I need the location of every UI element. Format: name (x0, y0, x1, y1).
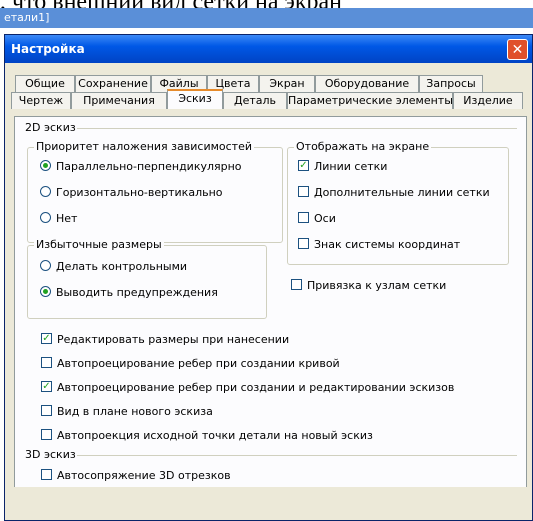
checkbox-checked-icon[interactable]: ✓ (41, 333, 52, 344)
checkbox-checked-icon[interactable]: ✓ (41, 381, 52, 392)
radio-icon[interactable] (40, 260, 51, 271)
tab-part[interactable]: Деталь (223, 92, 287, 109)
checkbox-icon[interactable] (41, 405, 52, 416)
parent-window-titlebar: етали1] (0, 8, 533, 28)
close-icon[interactable]: ✕ (507, 39, 528, 60)
section-divider (77, 128, 517, 129)
tab-queries[interactable]: Запросы (419, 75, 483, 92)
radio-selected-icon[interactable] (40, 160, 51, 171)
sketch-tab-panel: 2D эскиз Приоритет наложения зависимосте… (14, 116, 527, 487)
priority-group-title: Приоритет наложения зависимостей (34, 140, 254, 153)
tab-general[interactable]: Общие (15, 75, 75, 92)
tab-save[interactable]: Сохранение (75, 75, 151, 92)
tab-product[interactable]: Изделие (453, 92, 523, 109)
checkbox-icon[interactable] (41, 357, 52, 368)
tab-notes[interactable]: Примечания (71, 92, 167, 109)
checkbox-icon[interactable] (41, 429, 52, 440)
dialog-title: Настройка (11, 42, 85, 56)
section-divider (77, 455, 517, 456)
radio-icon[interactable] (40, 212, 51, 223)
tab-sketch[interactable]: Эскиз (167, 89, 223, 109)
checkbox-icon[interactable] (298, 186, 309, 197)
checkbox-icon[interactable] (41, 469, 52, 480)
redundant-dimensions-group: Избыточные размеры Делать контрольными В… (27, 238, 267, 319)
radio-selected-icon[interactable] (40, 286, 51, 297)
section-2d-sketch: 2D эскиз (25, 121, 76, 134)
display-group-title: Отображать на экране (294, 140, 432, 153)
display-group: Отображать на экране ✓ Линии сетки Допол… (287, 140, 509, 265)
dialog-titlebar[interactable]: Настройка (5, 35, 532, 63)
tab-parametric-features[interactable]: Параметрические элементы (287, 92, 453, 109)
tab-hardware[interactable]: Оборудование (315, 75, 419, 92)
section-3d-sketch: 3D эскиз (25, 448, 76, 461)
checkbox-icon[interactable] (291, 279, 302, 290)
redundant-group-title: Избыточные размеры (34, 238, 164, 251)
checkbox-icon[interactable] (298, 238, 309, 249)
checkbox-checked-icon[interactable]: ✓ (298, 160, 309, 171)
tab-drawing[interactable]: Чертеж (11, 92, 71, 109)
priority-group: Приоритет наложения зависимостей Паралле… (27, 140, 283, 243)
checkbox-icon[interactable] (298, 212, 309, 223)
radio-icon[interactable] (40, 186, 51, 197)
tab-screen[interactable]: Экран (259, 75, 315, 92)
